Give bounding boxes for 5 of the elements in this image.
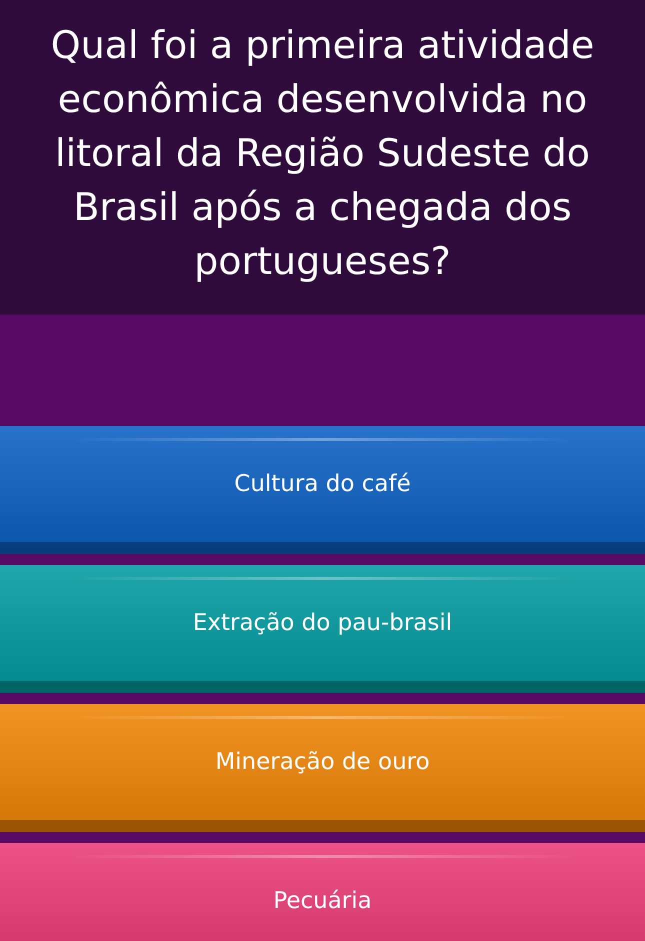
question-text: Qual foi a primeira atividade econômica desenvolvida no litoral da Região Sudeste do Brasil após a chegada dos portugueses? — [50, 22, 596, 285]
answer-option[interactable]: Mineração de ouro — [0, 704, 645, 832]
answer-option[interactable]: Pecuária — [0, 843, 645, 941]
answer-option[interactable]: Extração do pau-brasil — [0, 565, 645, 693]
answer-option[interactable]: Cultura do café — [0, 426, 645, 554]
